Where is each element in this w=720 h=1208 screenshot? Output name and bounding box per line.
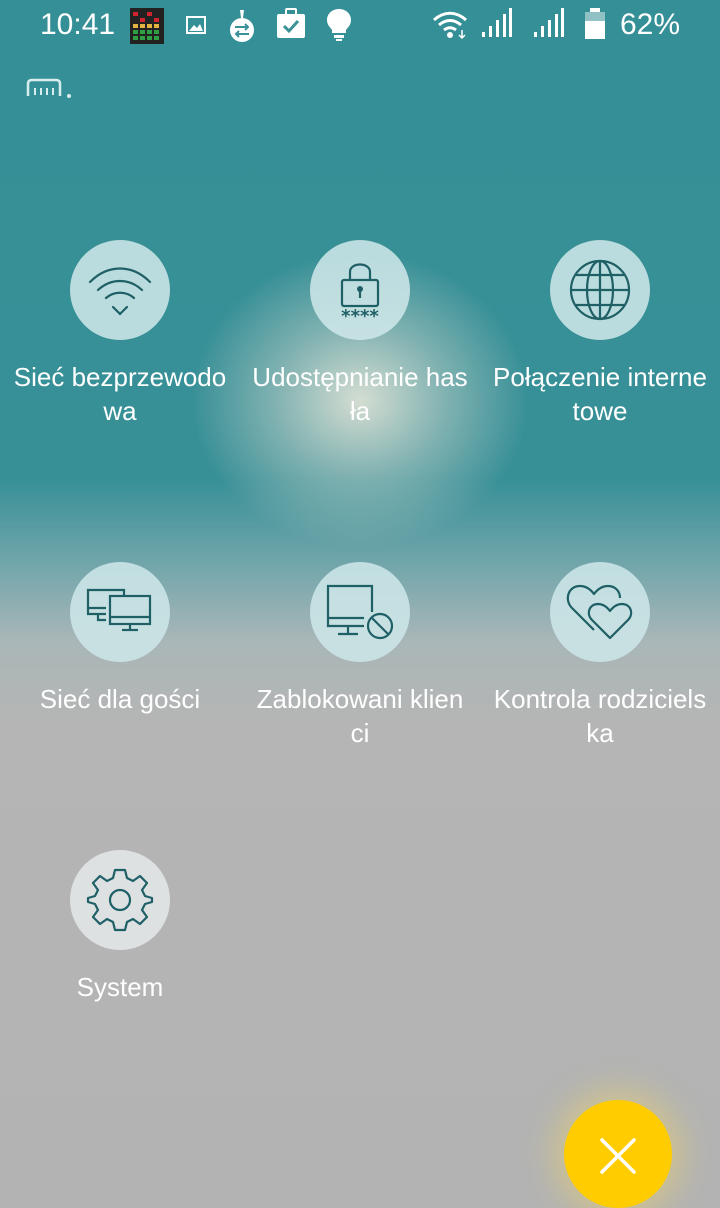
menu-item-system[interactable]: System [0, 850, 240, 1004]
status-time: 10:41 [40, 8, 116, 41]
blocked-clients-circle [310, 562, 410, 662]
system-circle [70, 850, 170, 950]
menu-item-blocked-clients[interactable]: Zablokowani klienci [240, 562, 480, 750]
hearts-icon [566, 584, 633, 640]
battery-percent: 62% [620, 8, 681, 41]
wifi-icon [88, 267, 152, 316]
menu-item-label: Sieć dla gości [39, 684, 201, 714]
menu-item-label: Zablokowani klienci [256, 684, 464, 748]
signal-1-icon [482, 8, 512, 37]
sync-app-icon [230, 10, 254, 42]
gear-icon [86, 868, 154, 932]
status-bar: 10:41 62% [0, 0, 720, 52]
wifi-status-icon [432, 11, 468, 40]
close-icon [600, 1138, 636, 1174]
menu-item-label: Kontrola rodzicielska [493, 684, 707, 748]
guest-network-circle [70, 562, 170, 662]
router-icon[interactable] [26, 78, 74, 100]
password-sharing-circle: **** [310, 240, 410, 340]
menu-item-wireless[interactable]: Sieć bezprzewodowa [0, 240, 240, 428]
menu-item-label: Udostępnianie hasła [252, 362, 468, 426]
globe-icon [569, 259, 631, 321]
menu-item-label: Połączenie internetowe [493, 362, 707, 426]
svg-text:****: **** [341, 306, 379, 324]
image-icon [186, 16, 206, 34]
menu-item-internet-connection[interactable]: Połączenie internetowe [480, 240, 720, 428]
parental-control-circle [550, 562, 650, 662]
wireless-circle [70, 240, 170, 340]
blocked-monitor-icon [326, 584, 394, 640]
battery-icon [585, 8, 605, 39]
lightbulb-icon [327, 9, 351, 41]
menu-item-label: System [76, 972, 164, 1002]
lock-password-icon: **** [340, 263, 379, 324]
internet-circle [550, 240, 650, 340]
menu-item-guest-network[interactable]: Sieć dla gości [0, 562, 240, 716]
monitors-icon [86, 588, 152, 632]
task-clipboard-icon [277, 8, 305, 38]
menu-item-password-sharing[interactable]: **** Udostępnianie hasła [240, 240, 480, 428]
menu-item-parental-control[interactable]: Kontrola rodzicielska [480, 562, 720, 750]
equalizer-app-icon [130, 8, 164, 44]
menu-item-label: Sieć bezprzewodowa [13, 362, 227, 426]
close-button[interactable] [564, 1100, 672, 1208]
signal-2-icon [534, 8, 564, 37]
